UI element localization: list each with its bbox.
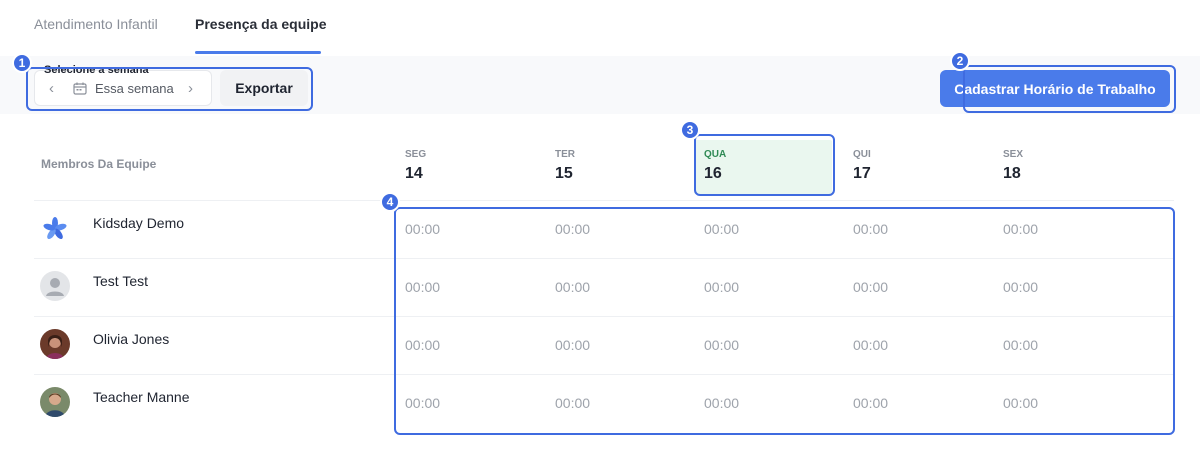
day-name: TER	[555, 149, 575, 160]
day-number: 17	[853, 165, 871, 182]
time-cell[interactable]: 00:00	[853, 337, 888, 353]
time-cell[interactable]: 00:00	[853, 221, 888, 237]
time-cell[interactable]: 00:00	[555, 337, 590, 353]
calendar-icon	[73, 82, 87, 95]
annotation-badge-2: 2	[950, 51, 970, 71]
time-cell[interactable]: 00:00	[704, 279, 739, 295]
time-cell[interactable]: 00:00	[704, 395, 739, 411]
member-name: Test Test	[93, 273, 148, 289]
time-cell[interactable]: 00:00	[1003, 279, 1038, 295]
annotation-badge-1: 1	[12, 53, 32, 73]
day-column-header: SEG 14	[395, 140, 533, 194]
photo-avatar	[40, 329, 70, 359]
time-cell[interactable]: 00:00	[405, 337, 440, 353]
time-cell[interactable]: 00:00	[1003, 221, 1038, 237]
member-name: Kidsday Demo	[93, 215, 185, 231]
default-user-avatar	[40, 271, 70, 301]
day-column-header: QUI 17	[843, 140, 981, 194]
member-name: Teacher Manne	[93, 389, 190, 405]
active-tab-indicator	[195, 51, 321, 54]
time-cell[interactable]: 00:00	[555, 279, 590, 295]
day-name: QUA	[704, 149, 727, 160]
day-column-header: TER 15	[545, 140, 683, 194]
day-column-header: SEX 18	[993, 140, 1131, 194]
week-picker-label: Selecione a semana	[44, 64, 149, 76]
time-cell[interactable]: 00:00	[853, 279, 888, 295]
table-row: Kidsday Demo 00:00 00:00 00:00 00:00 00:…	[34, 200, 1174, 258]
day-number: 18	[1003, 165, 1021, 182]
table-row: Olivia Jones 00:00 00:00 00:00 00:00 00:…	[34, 316, 1174, 374]
kidsday-logo-avatar	[40, 213, 70, 243]
time-cell[interactable]: 00:00	[405, 279, 440, 295]
chevron-left-icon[interactable]: ‹	[49, 80, 54, 97]
time-cell[interactable]: 00:00	[555, 221, 590, 237]
annotation-badge-3: 3	[680, 120, 700, 140]
time-cell[interactable]: 00:00	[704, 337, 739, 353]
table-row: Teacher Manne 00:00 00:00 00:00 00:00 00…	[34, 374, 1174, 432]
tab-presenca-da-equipe[interactable]: Presença da equipe	[195, 16, 327, 32]
time-cell[interactable]: 00:00	[1003, 337, 1038, 353]
day-number: 14	[405, 165, 423, 182]
chevron-right-icon[interactable]: ›	[188, 80, 193, 97]
time-cell[interactable]: 00:00	[555, 395, 590, 411]
time-cell[interactable]: 00:00	[1003, 395, 1038, 411]
annotation-badge-4: 4	[380, 192, 400, 212]
time-cell[interactable]: 00:00	[405, 395, 440, 411]
export-button[interactable]: Exportar	[220, 70, 308, 106]
tab-bar: Atendimento Infantil Presença da equipe	[0, 0, 1200, 55]
members-column-header: Membros Da Equipe	[41, 157, 157, 171]
time-cell[interactable]: 00:00	[704, 221, 739, 237]
tab-atendimento-infantil[interactable]: Atendimento Infantil	[34, 16, 158, 32]
time-cell[interactable]: 00:00	[853, 395, 888, 411]
day-name: QUI	[853, 149, 871, 160]
week-picker-value: Essa semana	[95, 81, 174, 96]
day-number: 16	[704, 165, 722, 182]
day-column-header-today: QUA 16	[694, 140, 832, 194]
day-number: 15	[555, 165, 573, 182]
time-cell[interactable]: 00:00	[405, 221, 440, 237]
member-name: Olivia Jones	[93, 331, 170, 347]
day-name: SEG	[405, 149, 427, 160]
day-name: SEX	[1003, 149, 1024, 160]
table-row: Test Test 00:00 00:00 00:00 00:00 00:00	[34, 258, 1174, 316]
photo-avatar	[40, 387, 70, 417]
register-work-schedule-button[interactable]: Cadastrar Horário de Trabalho	[940, 70, 1170, 107]
